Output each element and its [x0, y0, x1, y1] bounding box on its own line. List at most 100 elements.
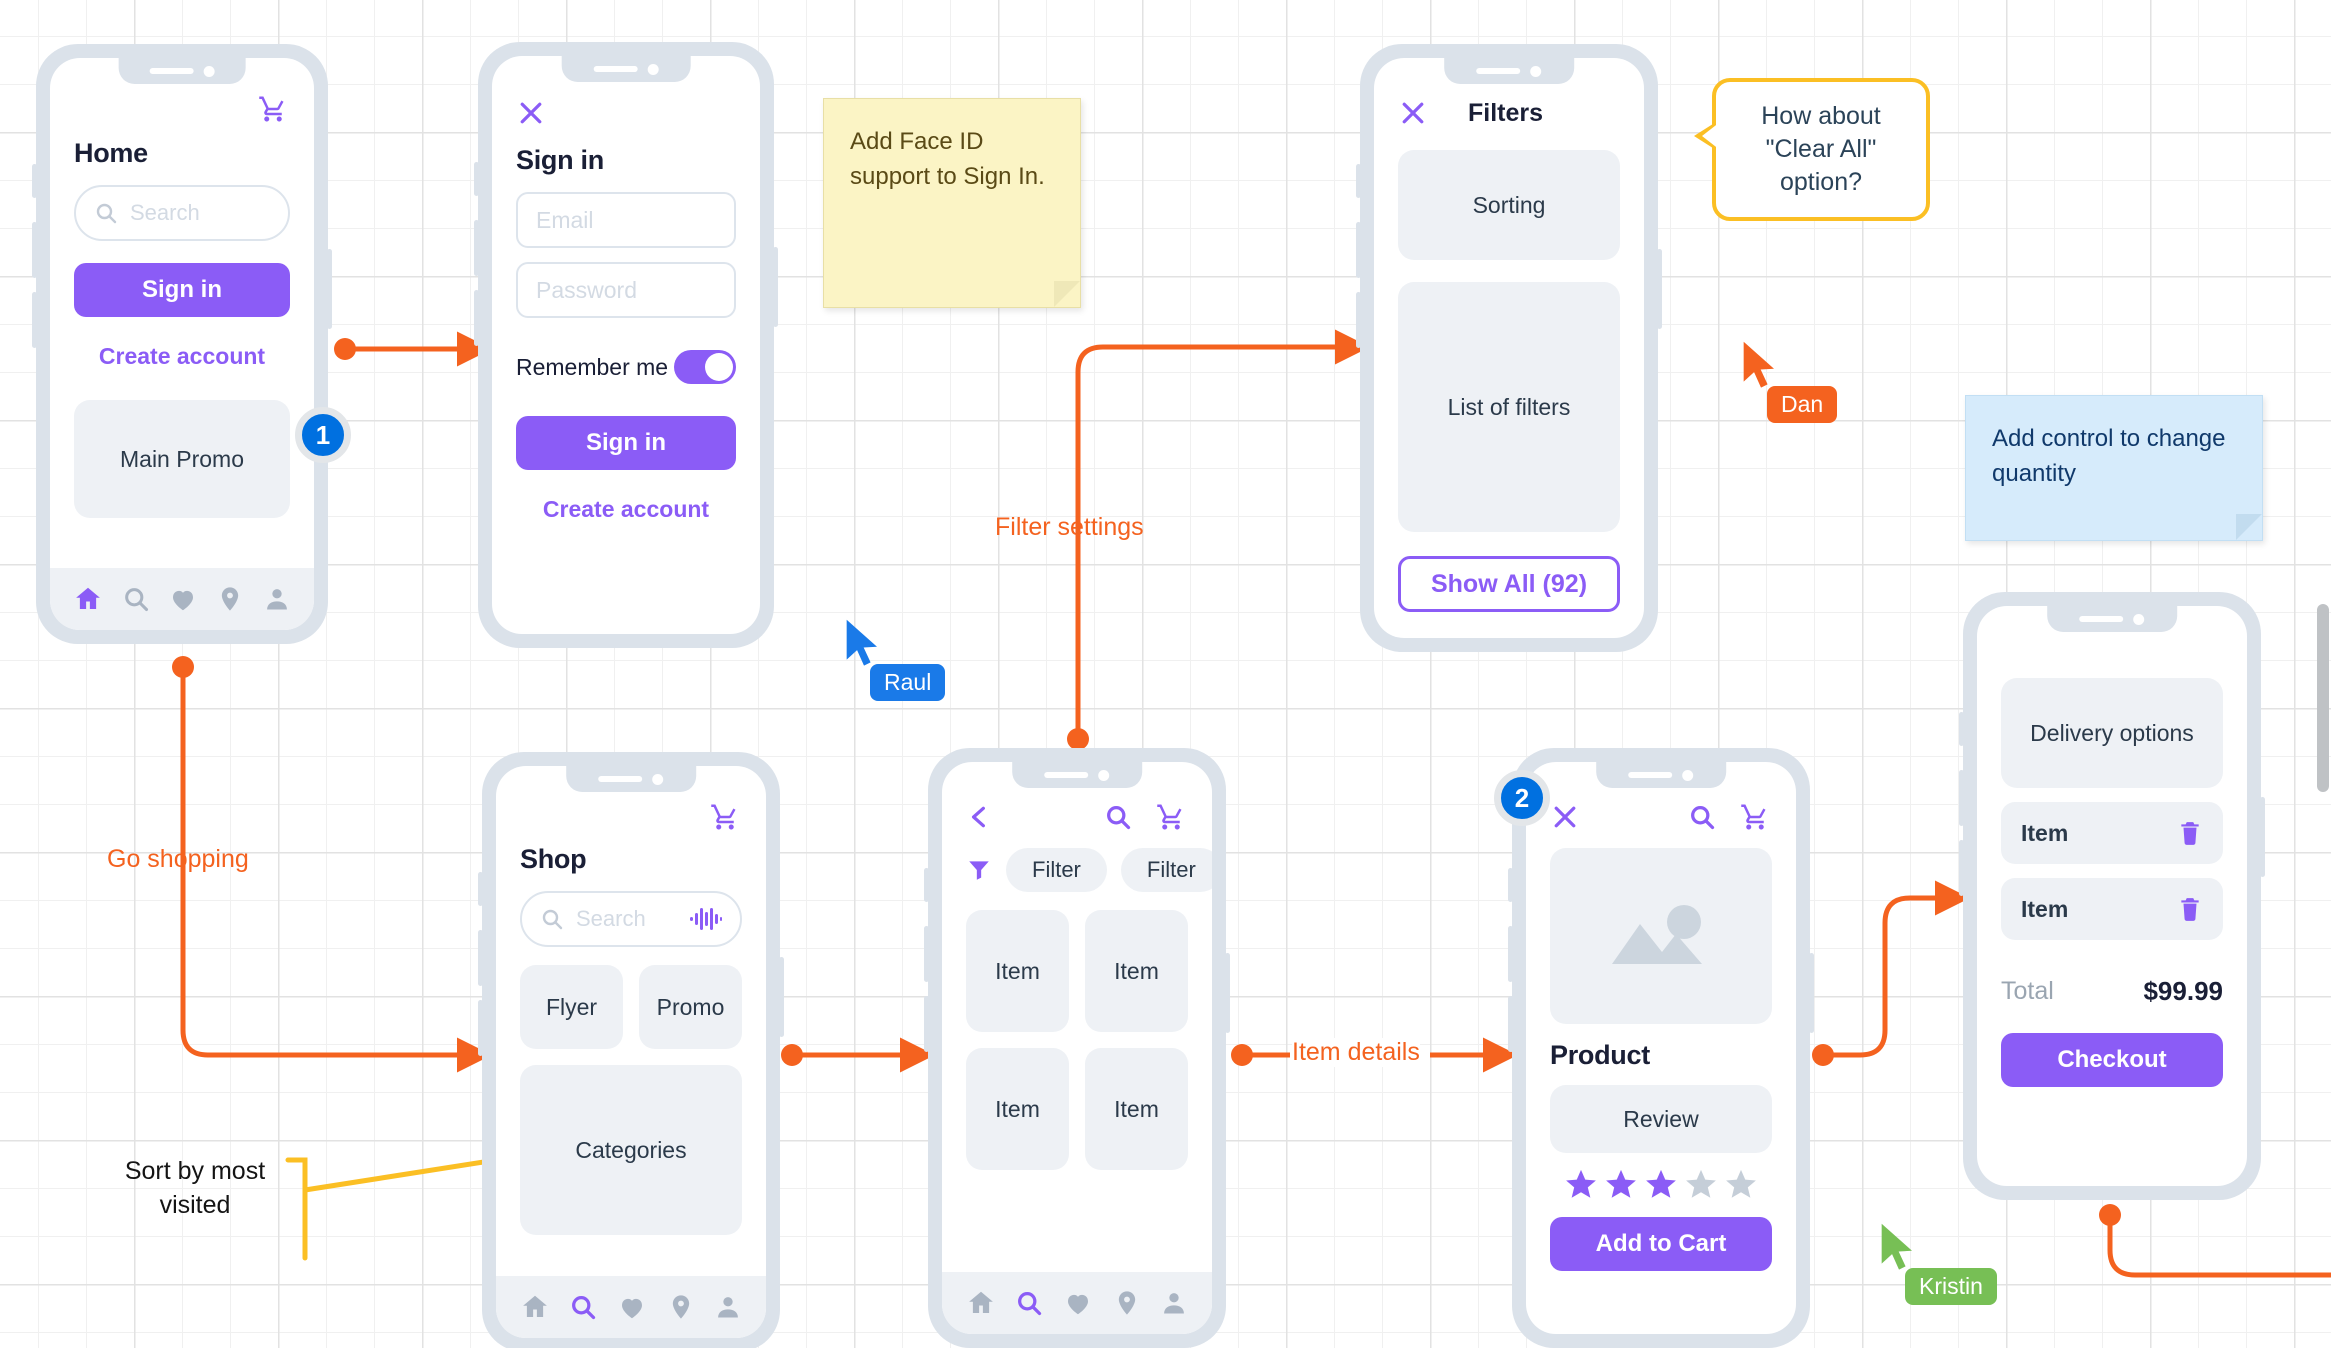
search-icon[interactable] — [569, 1293, 597, 1321]
person-icon[interactable] — [1160, 1289, 1188, 1317]
phone-button-power — [1809, 953, 1814, 1033]
home-icon[interactable] — [520, 1292, 550, 1322]
person-icon[interactable] — [263, 585, 291, 613]
phone-catalog[interactable]: Filter Filter Item Item Item Item — [924, 748, 1230, 1348]
item-card[interactable]: Item — [1085, 1048, 1188, 1170]
remember-me-toggle[interactable] — [674, 350, 736, 384]
create-account-link[interactable]: Create account — [516, 496, 736, 523]
search-icon[interactable] — [1688, 803, 1716, 831]
voice-waveform-icon[interactable] — [690, 906, 722, 932]
search-input[interactable]: Search — [520, 891, 742, 947]
phone-button-mute — [924, 868, 929, 902]
cart-row-label: Item — [2021, 895, 2069, 922]
phone-notch — [1012, 762, 1142, 788]
whiteboard-canvas[interactable]: Home Search Sign in Create account Main … — [0, 0, 2331, 1348]
trash-icon[interactable] — [2177, 895, 2203, 923]
main-promo-card[interactable]: Main Promo — [74, 400, 290, 518]
phone-notch — [1444, 58, 1574, 84]
password-placeholder: Password — [536, 276, 637, 303]
product-image-placeholder[interactable] — [1550, 848, 1772, 1024]
location-pin-icon[interactable] — [667, 1293, 695, 1321]
tile-flyer[interactable]: Flyer — [520, 965, 623, 1049]
phone-product[interactable]: Product Review Add to Cart — [1508, 748, 1814, 1348]
bottom-tab-bar[interactable] — [942, 1272, 1212, 1334]
step-badge-2[interactable]: 2 — [1494, 770, 1550, 826]
star-icon-filled — [1566, 1169, 1596, 1198]
review-section[interactable]: Review — [1550, 1085, 1772, 1153]
search-icon[interactable] — [122, 585, 150, 613]
search-input[interactable]: Search — [74, 185, 290, 241]
delivery-options-section[interactable]: Delivery options — [2001, 678, 2223, 788]
phone-button-mute — [478, 872, 483, 906]
connector-filter-settings — [1067, 329, 1370, 750]
bottom-tab-bar[interactable] — [496, 1276, 766, 1338]
page-title: Shop — [520, 844, 587, 874]
cart-screen: Delivery options Item Item Total $99.99 — [1977, 606, 2247, 1186]
create-account-link[interactable]: Create account — [74, 343, 290, 370]
show-all-button[interactable]: Show All (92) — [1398, 556, 1620, 612]
total-value: $99.99 — [2143, 976, 2223, 1006]
trash-icon[interactable] — [2177, 819, 2203, 847]
search-icon[interactable] — [1015, 1289, 1043, 1317]
cursor-kristin: Kristin — [1878, 1222, 1997, 1305]
password-field[interactable]: Password — [516, 262, 736, 318]
remember-me-row[interactable]: Remember me — [516, 350, 736, 384]
phone-cart[interactable]: Delivery options Item Item Total $99.99 — [1959, 592, 2265, 1200]
phone-filters[interactable]: Filters Sorting List of filters Show All… — [1356, 44, 1662, 652]
phone-shop[interactable]: Shop Search Flyer Promo Categories — [478, 752, 784, 1348]
star-icon-filled — [1606, 1169, 1636, 1198]
cursor-label-dan: Dan — [1767, 386, 1838, 423]
tile-categories[interactable]: Categories — [520, 1065, 742, 1235]
add-to-cart-button[interactable]: Add to Cart — [1550, 1217, 1772, 1271]
home-icon[interactable] — [966, 1288, 996, 1318]
filter-chip-1[interactable]: Filter — [1006, 848, 1107, 892]
phone-button-volume-up — [1959, 770, 1964, 826]
person-icon[interactable] — [714, 1293, 742, 1321]
phone-button-volume-up — [924, 926, 929, 982]
step-badge-1[interactable]: 1 — [295, 407, 351, 463]
phone-signin[interactable]: Sign in Email Password Remember me Sign … — [474, 42, 778, 648]
heart-icon[interactable] — [168, 584, 198, 614]
cart-icon[interactable] — [708, 802, 742, 832]
chevron-left-icon[interactable] — [966, 802, 992, 832]
heart-icon[interactable] — [617, 1292, 647, 1322]
cart-icon[interactable] — [256, 94, 290, 124]
item-card[interactable]: Item — [966, 910, 1069, 1032]
cart-row[interactable]: Item — [2001, 878, 2223, 940]
sticky-note-quantity[interactable]: Add control to change quantity — [1965, 395, 2263, 541]
cart-icon[interactable] — [1738, 802, 1772, 832]
close-icon[interactable] — [1550, 802, 1580, 832]
filter-list-section[interactable]: List of filters — [1398, 282, 1620, 532]
email-field[interactable]: Email — [516, 192, 736, 248]
search-icon[interactable] — [1104, 803, 1132, 831]
cart-row[interactable]: Item — [2001, 802, 2223, 864]
comment-bubble[interactable]: How about "Clear All" option? — [1694, 78, 1930, 221]
close-icon[interactable] — [516, 98, 546, 128]
vertical-scrollbar[interactable] — [2315, 0, 2331, 1348]
filter-chip-2[interactable]: Filter — [1120, 848, 1212, 892]
location-pin-icon[interactable] — [216, 585, 244, 613]
shop-tiles-row: Flyer Promo — [520, 965, 742, 1049]
item-card[interactable]: Item — [966, 1048, 1069, 1170]
sign-in-button[interactable]: Sign in — [516, 416, 736, 470]
sign-in-button[interactable]: Sign in — [74, 263, 290, 317]
phone-button-power — [1225, 953, 1230, 1033]
bubble-tail-inner — [1702, 122, 1720, 150]
cart-icon[interactable] — [1154, 802, 1188, 832]
bottom-tab-bar[interactable] — [50, 568, 314, 630]
label-filter-settings: Filter settings — [995, 513, 1144, 541]
checkout-button[interactable]: Checkout — [2001, 1033, 2223, 1087]
phone-home[interactable]: Home Search Sign in Create account Main … — [32, 44, 332, 644]
funnel-icon[interactable] — [966, 857, 992, 883]
sorting-section[interactable]: Sorting — [1398, 150, 1620, 260]
sticky-note-text: Add Face ID support to Sign In. — [850, 128, 1045, 190]
tile-promo[interactable]: Promo — [639, 965, 742, 1049]
home-icon[interactable] — [73, 584, 103, 614]
item-card[interactable]: Item — [1085, 910, 1188, 1032]
rating-stars[interactable] — [1550, 1167, 1772, 1201]
close-icon[interactable] — [1398, 98, 1428, 128]
sticky-note-face-id[interactable]: Add Face ID support to Sign In. — [823, 98, 1081, 308]
scrollbar-thumb[interactable] — [2317, 604, 2329, 792]
heart-icon[interactable] — [1063, 1288, 1093, 1318]
location-pin-icon[interactable] — [1113, 1289, 1141, 1317]
